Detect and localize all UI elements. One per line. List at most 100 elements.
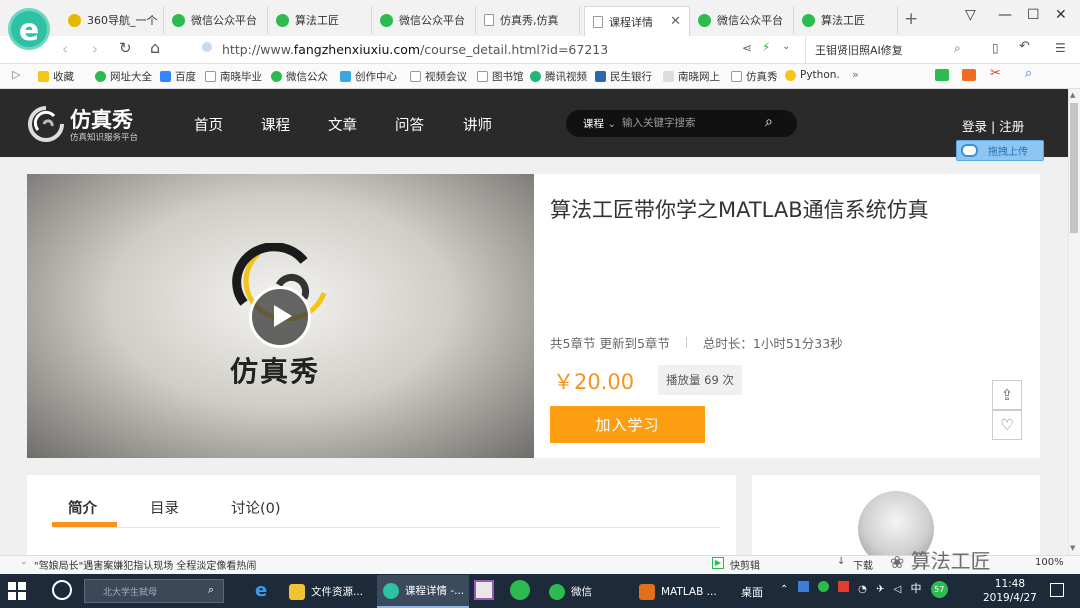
minimize-icon[interactable]: — bbox=[998, 7, 1012, 23]
refresh-icon[interactable]: ↻ bbox=[119, 39, 132, 57]
tray-app-icon[interactable] bbox=[837, 581, 849, 592]
tab-360[interactable]: 360导航_一个 bbox=[60, 6, 164, 34]
bookmark-item[interactable]: 民生银行 bbox=[595, 69, 652, 84]
browser-logo-icon[interactable]: e bbox=[8, 8, 50, 50]
scroll-down-icon[interactable]: ▼ bbox=[1070, 544, 1075, 552]
url-field[interactable]: http://www.fangzhenxiuxiu.com/course_det… bbox=[222, 42, 608, 57]
register-link[interactable]: 注册 bbox=[999, 119, 1024, 134]
tab-fangzhenxiu[interactable]: 仿真秀,仿真 bbox=[476, 6, 580, 34]
taskbar-matlab[interactable]: MATLAB ... bbox=[633, 575, 718, 608]
share-icon[interactable]: ⇪ bbox=[992, 380, 1022, 410]
search-icon[interactable]: ⌕ bbox=[765, 114, 773, 130]
share-icon[interactable]: ⋖ bbox=[742, 41, 752, 55]
bookmark-item[interactable]: 视频会议 bbox=[410, 69, 467, 84]
bookmark-item[interactable]: 创作中心 bbox=[340, 69, 397, 84]
nav-home[interactable]: 首页 bbox=[194, 114, 223, 135]
windows-start-icon[interactable] bbox=[8, 582, 26, 600]
bookmark-item[interactable]: 腾讯视频 bbox=[530, 69, 587, 84]
enroll-button[interactable]: 加入学习 bbox=[550, 406, 705, 443]
taskbar-file-explorer[interactable]: 文件资源... bbox=[283, 575, 373, 608]
mobile-icon[interactable]: ▯ bbox=[992, 41, 999, 55]
skin-icon[interactable]: ▽ bbox=[965, 7, 976, 23]
360-icon bbox=[68, 13, 81, 27]
bookmark-item[interactable]: 百度 bbox=[160, 69, 196, 84]
notification-badge[interactable]: 57 bbox=[930, 581, 948, 598]
scrollbar-thumb[interactable] bbox=[1070, 103, 1078, 233]
nav-courses[interactable]: 课程 bbox=[261, 114, 290, 135]
bookmark-item[interactable]: 仿真秀 bbox=[731, 69, 778, 84]
maximize-icon[interactable]: ☐ bbox=[1027, 7, 1040, 23]
volume-icon[interactable]: ◁ bbox=[894, 584, 902, 595]
chevron-down-icon[interactable]: ⌄ bbox=[20, 557, 28, 567]
tray-360-icon[interactable] bbox=[817, 581, 829, 592]
forward-icon[interactable]: › bbox=[92, 40, 98, 58]
ime-indicator[interactable]: 中 bbox=[911, 582, 922, 595]
lightning-icon[interactable]: ⚡ bbox=[762, 40, 770, 54]
tray-app-icon[interactable] bbox=[797, 581, 809, 592]
favorite-heart-icon[interactable]: ♡ bbox=[992, 410, 1022, 440]
tab-wechat-1[interactable]: 微信公众平台 bbox=[164, 6, 268, 34]
tab-catalog[interactable]: 目录 bbox=[150, 497, 179, 518]
sidebar-toggle-icon[interactable]: ▷ bbox=[12, 68, 20, 81]
wifi-icon[interactable]: ◔ bbox=[858, 584, 867, 595]
search-category-select[interactable]: 课程 ⌄ bbox=[583, 116, 616, 131]
zoom-level[interactable]: 100% bbox=[1035, 557, 1064, 568]
back-icon[interactable]: ‹ bbox=[62, 40, 68, 58]
tab-suanfa-2[interactable]: 算法工匠 bbox=[794, 6, 898, 34]
play-button[interactable] bbox=[249, 286, 311, 348]
tab-course-detail[interactable]: 课程详情 ✕ bbox=[584, 6, 690, 36]
close-icon[interactable]: ✕ bbox=[670, 14, 681, 29]
tab-wechat-3[interactable]: 微信公众平台 bbox=[690, 6, 794, 34]
taskbar-search-input[interactable]: 北大学生弑母 bbox=[84, 579, 224, 603]
search-icon[interactable]: ⌕ bbox=[954, 41, 961, 56]
nav-articles[interactable]: 文章 bbox=[328, 114, 357, 135]
tab-discussion[interactable]: 讨论(0) bbox=[231, 497, 281, 518]
bookmark-item[interactable]: 南晓毕业 bbox=[205, 69, 262, 84]
search-icon[interactable]: ⌕ bbox=[1025, 66, 1032, 81]
scroll-up-icon[interactable]: ▲ bbox=[1070, 91, 1075, 99]
bookmark-item[interactable]: 南晓网上 bbox=[663, 69, 720, 84]
fangzhenxiu-logo-icon[interactable] bbox=[26, 104, 66, 144]
chevron-down-icon[interactable]: ⌄ bbox=[782, 41, 790, 52]
airplane-icon[interactable]: ✈ bbox=[876, 584, 884, 595]
reader-icon[interactable] bbox=[935, 69, 949, 81]
download-link[interactable]: 下载 bbox=[853, 557, 873, 572]
close-window-icon[interactable]: ✕ bbox=[1055, 7, 1067, 23]
news-ticker[interactable]: "驾娘局长"遇害案嫌犯指认现场 全程淡定像看热闹 bbox=[34, 557, 256, 572]
bookmark-item[interactable]: 微信公众 bbox=[271, 69, 328, 84]
drag-upload-button[interactable]: 拖拽上传 bbox=[956, 140, 1044, 161]
chevron-down-icon: ⌄ bbox=[607, 118, 617, 130]
tab-intro[interactable]: 简介 bbox=[68, 497, 97, 518]
bookmark-item[interactable]: 网址大全 bbox=[95, 69, 152, 84]
search-icon[interactable]: ⌕ bbox=[208, 583, 214, 597]
site-search-input[interactable] bbox=[622, 112, 757, 134]
bookmark-favorites[interactable]: 收藏 bbox=[38, 69, 74, 84]
action-center-icon[interactable] bbox=[1050, 583, 1064, 597]
menu-icon[interactable]: ☰ bbox=[1055, 41, 1066, 55]
desktop-toolbar[interactable]: 桌面 bbox=[741, 584, 763, 600]
new-tab-button[interactable]: + bbox=[904, 9, 918, 29]
quick-edit-link[interactable]: 快剪辑 bbox=[730, 557, 760, 572]
tab-suanfa-1[interactable]: 算法工匠 bbox=[268, 6, 372, 34]
tools-icon[interactable]: ✂ bbox=[990, 66, 1001, 81]
tab-wechat-2[interactable]: 微信公众平台 bbox=[372, 6, 476, 34]
nav-lecturers[interactable]: 讲师 bbox=[463, 114, 492, 135]
cortana-icon[interactable] bbox=[52, 580, 72, 600]
more-bookmarks-icon[interactable]: » bbox=[852, 68, 859, 81]
bookmark-item[interactable]: Python. bbox=[785, 69, 840, 81]
taskbar-wechat[interactable]: 微信 bbox=[543, 575, 623, 608]
address-search-input[interactable]: 王钼贤旧照AI修复 bbox=[815, 42, 903, 58]
undo-icon[interactable]: ↶ bbox=[1019, 39, 1030, 54]
logo-name[interactable]: 仿真秀 bbox=[70, 104, 133, 134]
login-link[interactable]: 登录 bbox=[962, 119, 987, 134]
home-icon[interactable]: ⌂ bbox=[150, 38, 160, 57]
taskbar-clock[interactable]: 11:48 2019/4/27 bbox=[983, 577, 1037, 605]
tv-icon[interactable] bbox=[962, 69, 976, 81]
taskbar-course-detail[interactable]: 课程详情 -... bbox=[377, 575, 469, 608]
wechat-icon[interactable] bbox=[510, 580, 530, 600]
nav-qa[interactable]: 问答 bbox=[395, 114, 424, 135]
paint-app-icon[interactable] bbox=[474, 580, 494, 600]
edge-icon[interactable]: e bbox=[255, 580, 267, 601]
chevron-up-icon[interactable]: ⌃ bbox=[780, 584, 788, 595]
bookmark-item[interactable]: 图书馆 bbox=[477, 69, 524, 84]
